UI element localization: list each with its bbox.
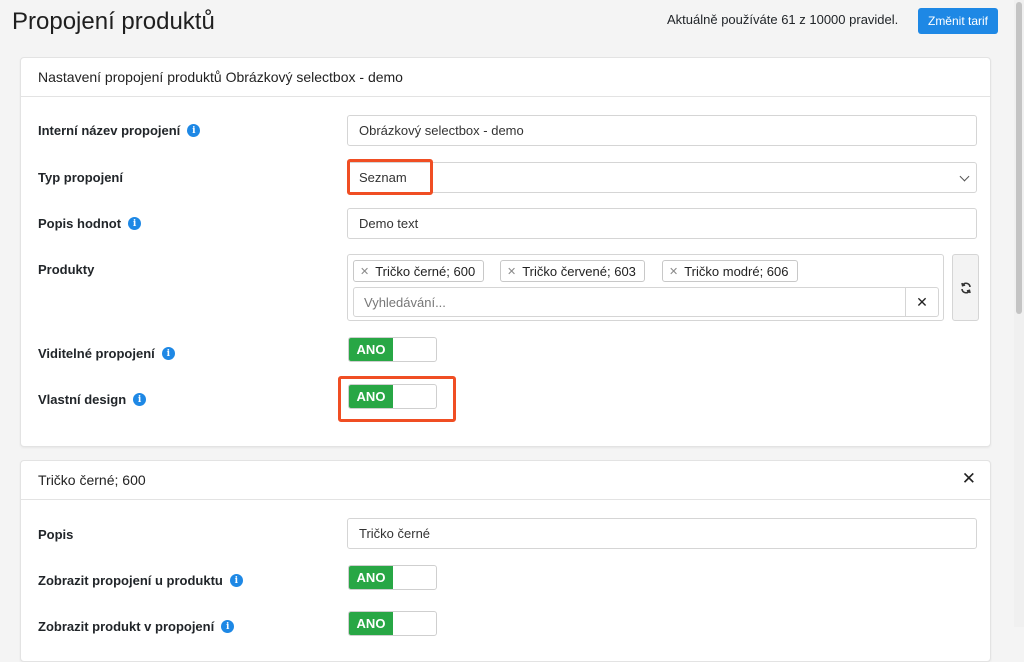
custom-design-label-text: Vlastní design (38, 392, 127, 407)
x-icon[interactable]: ✕ (669, 265, 678, 278)
visible-toggle[interactable]: ANO (348, 337, 437, 362)
description-label: Popis (38, 527, 73, 542)
x-icon[interactable]: ✕ (507, 265, 516, 278)
refresh-button[interactable] (952, 254, 979, 321)
description-input[interactable]: Tričko černé (347, 518, 977, 549)
type-label-text: Typ propojení (38, 170, 123, 185)
product-tag-label: Tričko modré; 606 (684, 263, 789, 279)
info-icon[interactable]: i (229, 574, 243, 587)
values-desc-label: Popis hodnot i (38, 216, 142, 231)
highlight-type (347, 159, 433, 195)
show-link-label-text: Zobrazit propojení u produktu (38, 573, 223, 588)
x-icon[interactable]: ✕ (360, 265, 369, 278)
product-card-header: Tričko černé; 600 ✕ (21, 461, 990, 500)
type-select[interactable]: Seznam (347, 162, 977, 193)
product-card: Tričko černé; 600 ✕ Popis Tričko černé Z… (20, 460, 991, 662)
refresh-icon (960, 282, 971, 293)
change-tariff-button[interactable]: Změnit tarif (918, 8, 998, 34)
values-desc-input[interactable]: Demo text (347, 208, 977, 239)
info-icon[interactable]: i (133, 393, 147, 406)
show-product-toggle-on: ANO (349, 612, 393, 635)
product-tag[interactable]: ✕ Tričko černé; 600 (353, 260, 485, 282)
product-search[interactable]: ✕ (353, 287, 939, 317)
info-icon[interactable]: i (128, 217, 142, 230)
clear-icon[interactable]: ✕ (905, 288, 938, 316)
settings-card: Nastavení propojení produktů Obrázkový s… (20, 57, 991, 447)
internal-name-input[interactable]: Obrázkový selectbox - demo (347, 115, 977, 146)
values-desc-label-text: Popis hodnot (38, 216, 122, 231)
internal-name-label-text: Interní název propojení (38, 123, 181, 138)
highlight-design (338, 376, 456, 422)
products-label: Produkty (38, 262, 94, 277)
show-product-toggle[interactable]: ANO (348, 611, 437, 636)
product-tag-label: Tričko červené; 603 (522, 263, 636, 279)
show-link-label: Zobrazit propojení u produktu i (38, 573, 243, 588)
info-icon[interactable]: i (187, 124, 201, 137)
visible-toggle-on: ANO (349, 338, 393, 361)
type-label: Typ propojení (38, 170, 123, 185)
visible-label: Viditelné propojení i (38, 346, 175, 361)
usage-text: Aktuálně používáte 61 z 10000 pravidel. (667, 12, 899, 27)
page-title: Propojení produktů (12, 8, 215, 35)
product-tag[interactable]: ✕ Tričko červené; 603 (500, 260, 645, 282)
internal-name-value: Obrázkový selectbox - demo (359, 123, 524, 138)
internal-name-label: Interní název propojení i (38, 123, 201, 138)
product-tag-label: Tričko černé; 600 (375, 263, 476, 279)
description-value: Tričko černé (359, 526, 431, 541)
visible-label-text: Viditelné propojení (38, 346, 155, 361)
settings-card-header: Nastavení propojení produktů Obrázkový s… (21, 58, 990, 97)
info-icon[interactable]: i (161, 347, 175, 360)
product-search-input[interactable] (354, 288, 907, 316)
products-multiselect[interactable]: ✕ Tričko černé; 600 ✕ Tričko červené; 60… (347, 254, 944, 321)
scrollbar-thumb[interactable] (1016, 2, 1022, 314)
show-link-toggle-on: ANO (349, 566, 393, 589)
settings-card-title: Nastavení propojení produktů Obrázkový s… (38, 69, 403, 85)
values-desc-value: Demo text (359, 216, 419, 231)
chevron-down-icon (959, 171, 970, 182)
show-link-toggle[interactable]: ANO (348, 565, 437, 590)
products-label-text: Produkty (38, 262, 95, 277)
close-icon[interactable]: ✕ (962, 469, 976, 489)
description-label-text: Popis (38, 527, 74, 542)
product-card-title: Tričko černé; 600 (38, 472, 146, 488)
product-tag[interactable]: ✕ Tričko modré; 606 (662, 260, 798, 282)
custom-design-label: Vlastní design i (38, 392, 147, 407)
page-scrollbar[interactable] (1014, 0, 1024, 627)
